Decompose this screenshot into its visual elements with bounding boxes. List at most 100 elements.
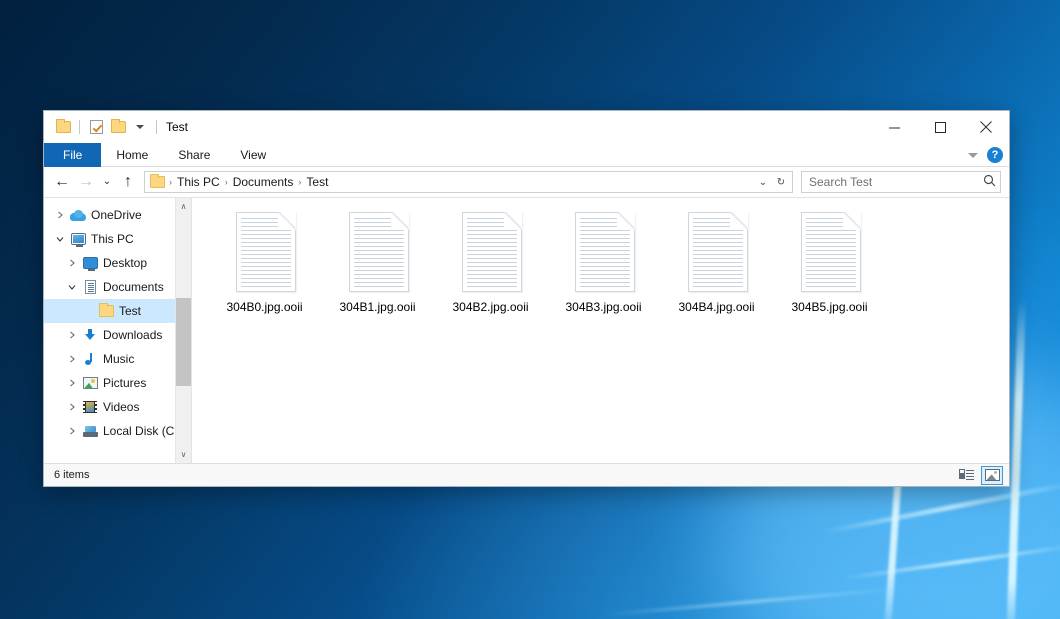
properties-icon[interactable]	[85, 116, 107, 138]
chevron-right-icon[interactable]	[64, 355, 80, 363]
navigation-pane: OneDrive This PC Deskt	[44, 198, 192, 463]
chevron-down-icon[interactable]	[968, 153, 978, 158]
file-item[interactable]: 304B4.jpg.ooii	[660, 210, 773, 314]
wallpaper-light-ray	[600, 587, 899, 617]
sidebar-item-this-pc[interactable]: This PC	[44, 227, 191, 251]
generic-document-icon	[571, 212, 637, 294]
scroll-down-button[interactable]: ∨	[176, 446, 192, 463]
forward-button[interactable]: →	[74, 170, 98, 194]
sidebar-item-onedrive[interactable]: OneDrive	[44, 203, 191, 227]
tab-file[interactable]: File	[44, 143, 101, 167]
sidebar-item-documents[interactable]: Documents	[44, 275, 191, 299]
generic-document-icon	[232, 212, 298, 294]
chevron-down-icon[interactable]	[64, 283, 80, 291]
up-button[interactable]: ↑	[116, 170, 140, 194]
minimize-button[interactable]	[871, 111, 917, 143]
navigation-scrollbar[interactable]: ∧ ∨	[175, 198, 191, 463]
file-grid: 304B0.jpg.ooii 304B1.jpg.ooii 304B2.jpg.…	[208, 210, 1009, 314]
scroll-up-button[interactable]: ∧	[176, 198, 192, 215]
wallpaper-light-ray	[841, 543, 1060, 580]
sidebar-item-label: Local Disk (C:)	[100, 424, 182, 438]
onedrive-icon	[68, 210, 88, 221]
refresh-icon[interactable]: ↻	[772, 172, 790, 192]
sidebar-item-label: This PC	[88, 232, 134, 246]
scrollbar-track[interactable]	[176, 215, 192, 446]
chevron-down-icon[interactable]	[52, 235, 68, 243]
generic-document-icon	[345, 212, 411, 294]
ribbon-tab-bar: File Home Share View ?	[44, 143, 1009, 167]
file-explorer-window: Test File Home Share View ?	[43, 110, 1010, 487]
sidebar-item-videos[interactable]: Videos	[44, 395, 191, 419]
tab-home[interactable]: Home	[101, 143, 163, 167]
generic-document-icon	[458, 212, 524, 294]
title-bar: Test	[44, 111, 1009, 143]
sidebar-item-label: Videos	[100, 400, 139, 414]
tab-view[interactable]: View	[225, 143, 281, 167]
search-icon[interactable]	[983, 174, 996, 190]
chevron-right-icon[interactable]	[64, 427, 80, 435]
chevron-right-icon[interactable]	[64, 259, 80, 267]
details-view-button[interactable]	[955, 466, 977, 485]
videos-icon	[80, 401, 100, 413]
maximize-button[interactable]	[917, 111, 963, 143]
file-name-label: 304B0.jpg.ooii	[226, 300, 302, 314]
item-count-label: 6 items	[54, 469, 89, 481]
chevron-right-icon[interactable]	[64, 403, 80, 411]
status-bar: 6 items	[44, 463, 1009, 486]
generic-document-icon	[797, 212, 863, 294]
back-button[interactable]: ←	[50, 170, 74, 194]
sidebar-item-label: Downloads	[100, 328, 162, 342]
breadcrumb-item-this-pc[interactable]: This PC	[173, 175, 224, 189]
sidebar-item-label: Documents	[100, 280, 164, 294]
window-title: Test	[166, 120, 188, 134]
chevron-down-icon[interactable]: ⌄	[754, 172, 772, 192]
help-icon[interactable]: ?	[987, 147, 1003, 163]
recent-locations-button[interactable]: ⌄	[98, 170, 116, 194]
large-icons-view-button[interactable]	[981, 466, 1003, 485]
folder-icon[interactable]	[52, 116, 74, 138]
toolbar-separator	[79, 120, 80, 134]
sidebar-item-label: OneDrive	[88, 208, 142, 222]
sidebar-item-test[interactable]: Test	[44, 299, 191, 323]
breadcrumb-item-test[interactable]: Test	[302, 175, 332, 189]
chevron-right-icon[interactable]	[64, 331, 80, 339]
window-controls	[871, 111, 1009, 143]
tab-share[interactable]: Share	[163, 143, 225, 167]
sidebar-item-label: Pictures	[100, 376, 146, 390]
sidebar-item-desktop[interactable]: Desktop	[44, 251, 191, 275]
desktop-icon	[80, 257, 100, 269]
file-item[interactable]: 304B5.jpg.ooii	[773, 210, 886, 314]
file-item[interactable]: 304B1.jpg.ooii	[321, 210, 434, 314]
file-item[interactable]: 304B2.jpg.ooii	[434, 210, 547, 314]
sidebar-item-pictures[interactable]: Pictures	[44, 371, 191, 395]
search-placeholder: Search Test	[809, 175, 983, 189]
sidebar-item-local-disk-c[interactable]: Local Disk (C:)	[44, 419, 191, 443]
sidebar-item-music[interactable]: Music	[44, 347, 191, 371]
file-name-label: 304B4.jpg.ooii	[678, 300, 754, 314]
pictures-icon	[80, 377, 100, 389]
customize-caret-icon[interactable]	[129, 116, 151, 138]
desktop-background: Test File Home Share View ?	[0, 0, 1060, 619]
folder-icon	[96, 305, 116, 317]
file-list-pane[interactable]: 304B0.jpg.ooii 304B1.jpg.ooii 304B2.jpg.…	[192, 198, 1009, 463]
file-name-label: 304B5.jpg.ooii	[791, 300, 867, 314]
thispc-icon	[68, 233, 88, 245]
search-input[interactable]: Search Test	[801, 171, 1001, 193]
wallpaper-light-ray	[822, 480, 1060, 535]
breadcrumb[interactable]: › This PC › Documents › Test ⌄ ↻	[144, 171, 793, 193]
close-button[interactable]	[963, 111, 1009, 143]
file-item[interactable]: 304B0.jpg.ooii	[208, 210, 321, 314]
drive-icon	[80, 426, 100, 437]
sidebar-item-label: Music	[100, 352, 134, 366]
documents-icon	[80, 280, 100, 294]
generic-document-icon	[684, 212, 750, 294]
breadcrumb-item-documents[interactable]: Documents	[229, 175, 298, 189]
file-item[interactable]: 304B3.jpg.ooii	[547, 210, 660, 314]
chevron-right-icon[interactable]	[52, 211, 68, 219]
new-folder-icon[interactable]	[107, 116, 129, 138]
quick-access-toolbar: Test	[44, 111, 188, 143]
chevron-right-icon[interactable]	[64, 379, 80, 387]
address-bar: ← → ⌄ ↑ › This PC › Documents › Test ⌄ ↻…	[44, 167, 1009, 197]
sidebar-item-downloads[interactable]: Downloads	[44, 323, 191, 347]
scrollbar-thumb[interactable]	[176, 298, 192, 386]
